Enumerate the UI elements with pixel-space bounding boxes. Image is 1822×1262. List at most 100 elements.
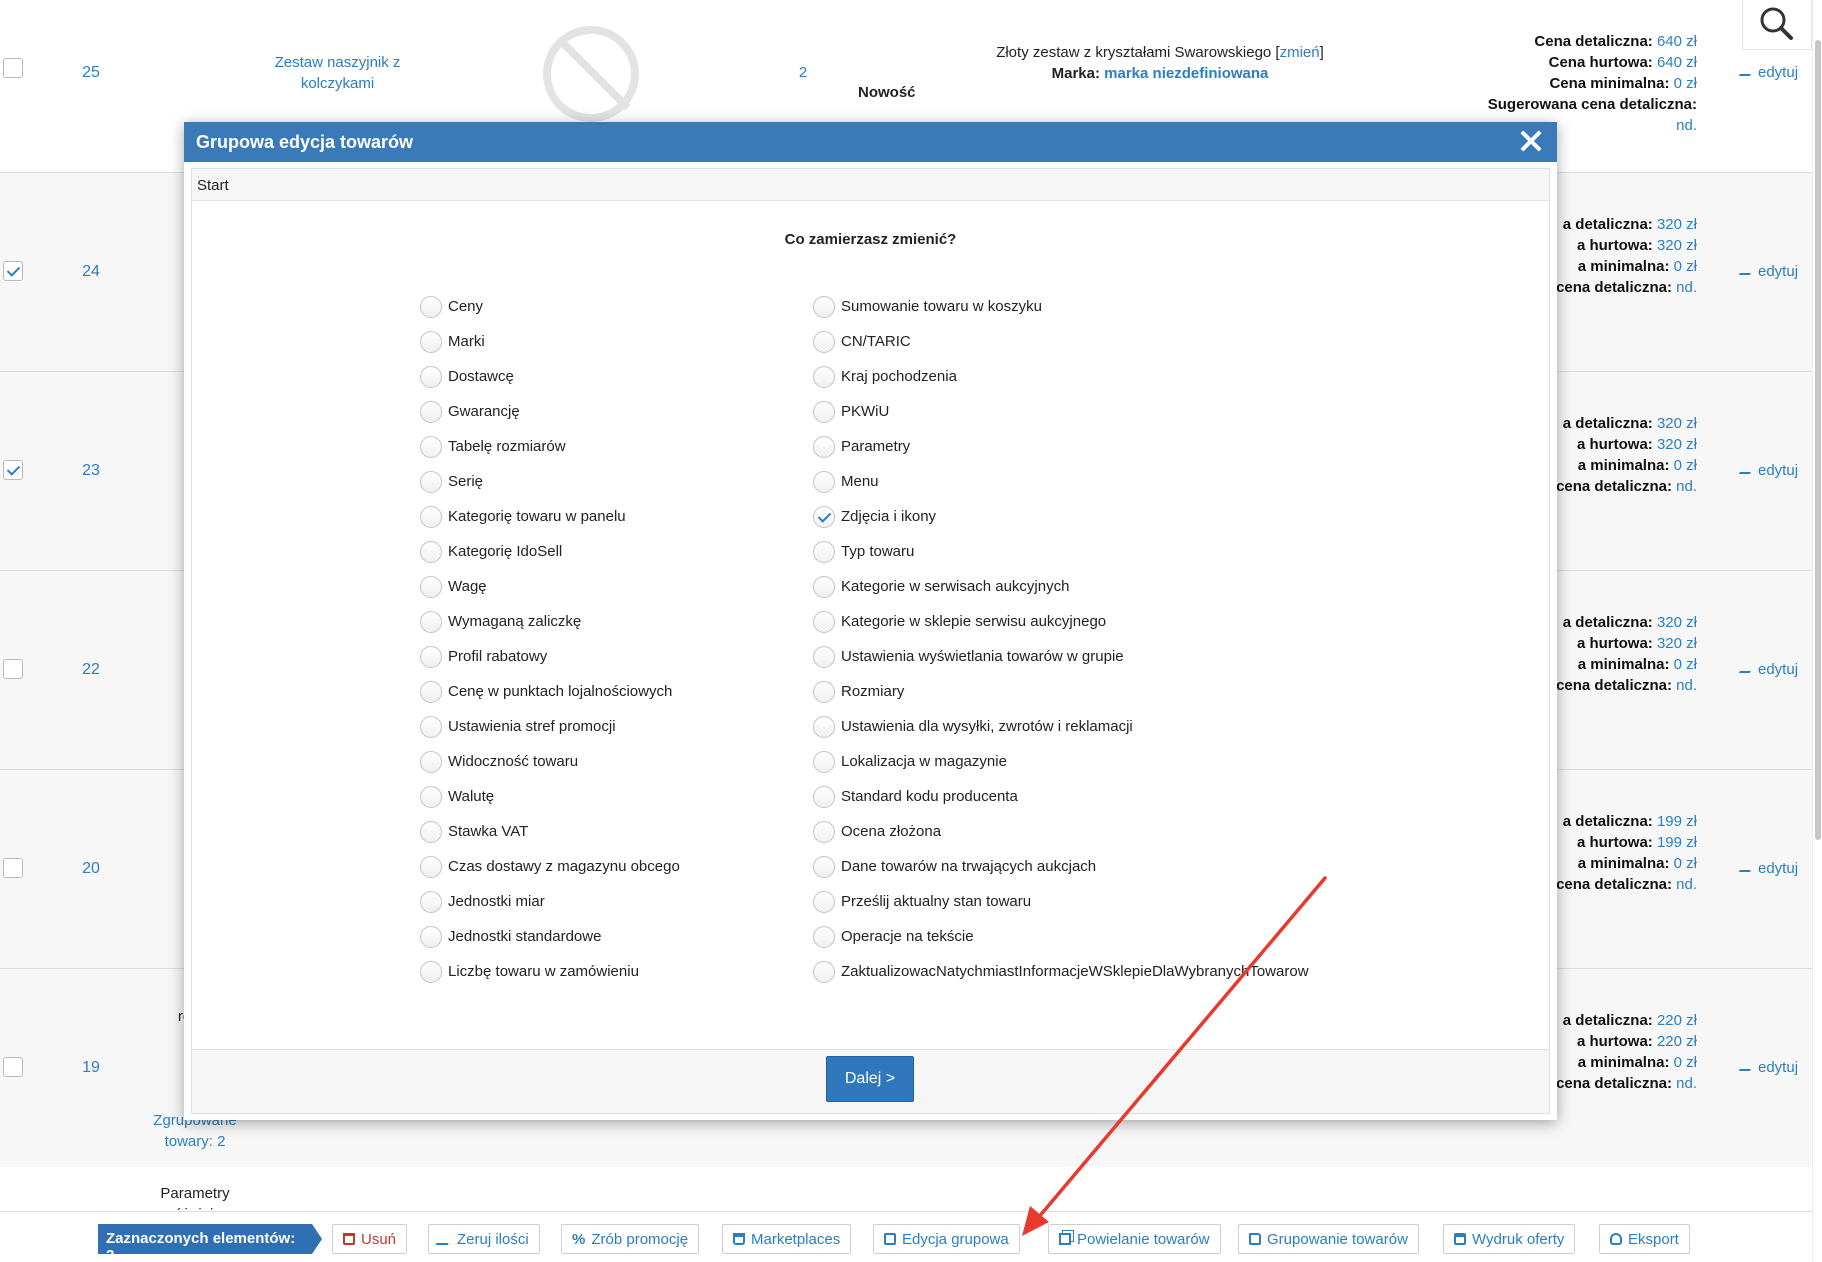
- radio-icon[interactable]: [420, 820, 442, 843]
- product-id-link[interactable]: 23: [42, 462, 140, 480]
- option-radio-item[interactable]: ZaktualizowacNatychmiastInformacjeWSklep…: [813, 954, 1309, 989]
- price-value[interactable]: 320 zł: [1657, 415, 1697, 432]
- option-radio-item[interactable]: Typ towaru: [813, 534, 1309, 569]
- row-checkbox[interactable]: [3, 659, 23, 679]
- option-radio-item[interactable]: Ustawienia dla wysyłki, zwrotów i reklam…: [813, 709, 1309, 744]
- row-checkbox[interactable]: [3, 1057, 23, 1077]
- option-radio-item[interactable]: Wymaganą zaliczkę: [420, 604, 680, 639]
- toolbar-button-8[interactable]: Wydruk oferty: [1443, 1224, 1576, 1254]
- close-icon[interactable]: [1517, 127, 1545, 155]
- radio-icon[interactable]: [420, 540, 442, 563]
- radio-icon[interactable]: [813, 645, 835, 668]
- price-value[interactable]: 320 zł: [1657, 436, 1697, 453]
- option-radio-item[interactable]: Kategorie w serwisach aukcyjnych: [813, 569, 1309, 604]
- price-value[interactable]: 199 zł: [1657, 813, 1697, 830]
- price-value[interactable]: 640 zł: [1657, 54, 1697, 71]
- radio-icon[interactable]: [420, 330, 442, 353]
- radio-icon[interactable]: [420, 295, 442, 318]
- edit-link[interactable]: edytuj: [1738, 860, 1798, 877]
- product-id-link[interactable]: 22: [42, 661, 140, 679]
- option-radio-item[interactable]: Liczbę towaru w zamówieniu: [420, 954, 680, 989]
- price-value[interactable]: nd.: [1676, 876, 1697, 893]
- price-value[interactable]: 220 zł: [1657, 1012, 1697, 1029]
- radio-icon[interactable]: [813, 855, 835, 878]
- price-value[interactable]: 0 zł: [1674, 656, 1697, 673]
- price-value[interactable]: 0 zł: [1674, 457, 1697, 474]
- row-checkbox[interactable]: [3, 58, 23, 78]
- radio-icon[interactable]: [813, 470, 835, 493]
- radio-icon[interactable]: [420, 715, 442, 738]
- option-radio-item[interactable]: Zdjęcia i ikony: [813, 499, 1309, 534]
- price-value[interactable]: 320 zł: [1657, 237, 1697, 254]
- option-radio-item[interactable]: Kategorię IdoSell: [420, 534, 680, 569]
- toolbar-button-3[interactable]: % Zrób promocję: [561, 1224, 700, 1254]
- radio-icon[interactable]: [813, 610, 835, 633]
- option-radio-item[interactable]: Stawka VAT: [420, 814, 680, 849]
- breadcrumb-item[interactable]: Start: [197, 177, 229, 194]
- radio-icon[interactable]: [420, 890, 442, 913]
- radio-icon[interactable]: [813, 890, 835, 913]
- option-radio-item[interactable]: Lokalizacja w magazynie: [813, 744, 1309, 779]
- option-radio-item[interactable]: PKWiU: [813, 394, 1309, 429]
- radio-icon[interactable]: [420, 610, 442, 633]
- option-radio-item[interactable]: Jednostki standardowe: [420, 919, 680, 954]
- row-checkbox[interactable]: [3, 261, 23, 281]
- radio-icon[interactable]: [420, 785, 442, 808]
- scrollbar-thumb[interactable]: [1815, 40, 1821, 840]
- price-value[interactable]: 640 zł: [1657, 33, 1697, 50]
- price-value[interactable]: nd.: [1676, 1075, 1697, 1092]
- toolbar-button-9[interactable]: Eksport: [1599, 1224, 1690, 1254]
- option-radio-item[interactable]: Profil rabatowy: [420, 639, 680, 674]
- edit-link[interactable]: edytuj: [1738, 462, 1798, 479]
- radio-icon[interactable]: [813, 820, 835, 843]
- price-value[interactable]: 0 zł: [1674, 855, 1697, 872]
- option-radio-item[interactable]: Rozmiary: [813, 674, 1309, 709]
- option-radio-item[interactable]: Wagę: [420, 569, 680, 604]
- option-radio-item[interactable]: Dane towarów na trwających aukcjach: [813, 849, 1309, 884]
- radio-icon[interactable]: [813, 295, 835, 318]
- toolbar-button-2[interactable]: Zeruj ilości: [428, 1224, 540, 1254]
- option-radio-item[interactable]: Ustawienia wyświetlania towarów w grupie: [813, 639, 1309, 674]
- radio-icon[interactable]: [813, 365, 835, 388]
- radio-icon[interactable]: [813, 750, 835, 773]
- price-value[interactable]: nd.: [1676, 117, 1697, 134]
- option-radio-item[interactable]: Sumowanie towaru w koszyku: [813, 289, 1309, 324]
- option-radio-item[interactable]: Dostawcę: [420, 359, 680, 394]
- radio-icon[interactable]: [813, 575, 835, 598]
- edit-link[interactable]: edytuj: [1738, 263, 1798, 280]
- option-radio-item[interactable]: Menu: [813, 464, 1309, 499]
- radio-icon[interactable]: [420, 960, 442, 983]
- price-value[interactable]: 0 zł: [1674, 1054, 1697, 1071]
- radio-icon[interactable]: [420, 505, 442, 528]
- price-value[interactable]: 320 zł: [1657, 614, 1697, 631]
- option-radio-item[interactable]: Ustawienia stref promocji: [420, 709, 680, 744]
- option-radio-item[interactable]: Prześlij aktualny stan towaru: [813, 884, 1309, 919]
- price-value[interactable]: 320 zł: [1657, 635, 1697, 652]
- radio-icon[interactable]: [420, 435, 442, 458]
- option-radio-item[interactable]: Kategorie w sklepie serwisu aukcyjnego: [813, 604, 1309, 639]
- option-radio-item[interactable]: Czas dostawy z magazynu obcego: [420, 849, 680, 884]
- product-id-link[interactable]: 19: [42, 1059, 140, 1077]
- radio-icon[interactable]: [813, 680, 835, 703]
- price-value[interactable]: 0 zł: [1674, 258, 1697, 275]
- price-value[interactable]: 0 zł: [1674, 75, 1697, 92]
- option-radio-item[interactable]: Standard kodu producenta: [813, 779, 1309, 814]
- option-radio-item[interactable]: Walutę: [420, 779, 680, 814]
- radio-icon[interactable]: [813, 330, 835, 353]
- edit-link[interactable]: edytuj: [1738, 64, 1798, 81]
- option-radio-item[interactable]: Gwarancję: [420, 394, 680, 429]
- product-name-link[interactable]: Zestaw naszyjnik z kolczykami: [255, 52, 420, 94]
- option-radio-item[interactable]: Ocena złożona: [813, 814, 1309, 849]
- option-radio-item[interactable]: Cenę w punktach lojalnościowych: [420, 674, 680, 709]
- radio-icon[interactable]: [813, 785, 835, 808]
- option-radio-item[interactable]: Marki: [420, 324, 680, 359]
- next-button[interactable]: Dalej >: [826, 1056, 914, 1102]
- price-value[interactable]: nd.: [1676, 478, 1697, 495]
- price-value[interactable]: nd.: [1676, 279, 1697, 296]
- price-value[interactable]: 220 zł: [1657, 1033, 1697, 1050]
- toolbar-button-7[interactable]: Grupowanie towarów: [1238, 1224, 1419, 1254]
- radio-icon[interactable]: [813, 400, 835, 423]
- radio-icon[interactable]: [420, 680, 442, 703]
- price-value[interactable]: 199 zł: [1657, 834, 1697, 851]
- radio-icon[interactable]: [420, 750, 442, 773]
